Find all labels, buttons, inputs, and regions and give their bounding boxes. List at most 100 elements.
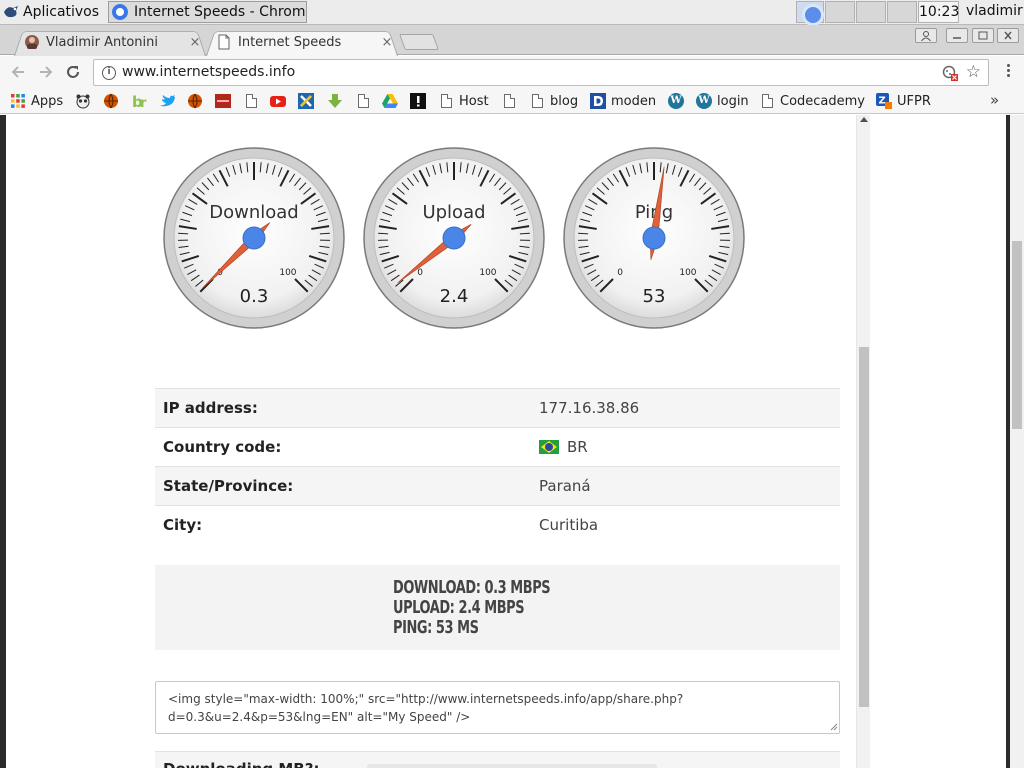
gauge-title: Upload [422, 202, 485, 223]
minimize-button[interactable] [946, 28, 968, 43]
close-window-button[interactable] [997, 28, 1019, 43]
svg-text:Z: Z [879, 96, 886, 107]
page-icon [504, 94, 515, 108]
forward-button[interactable] [35, 61, 57, 83]
workspace-3-button[interactable] [887, 1, 917, 23]
tab-vladimir-antonini[interactable]: Vladimir Antonini × [14, 28, 206, 56]
profile-button[interactable] [915, 28, 937, 43]
bookmark-page-1[interactable] [244, 92, 259, 110]
bookmark-ball-2[interactable] [187, 92, 203, 110]
page-scrollbar[interactable] [1010, 115, 1024, 768]
bookmark-moden[interactable]: moden [590, 92, 656, 110]
page-favicon-icon [216, 34, 232, 50]
arrow-right-icon [40, 66, 53, 78]
back-button[interactable] [7, 61, 29, 83]
bookmark-login[interactable]: Wlogin [696, 92, 749, 110]
page-icon [762, 94, 773, 108]
bookmark-apps[interactable]: Apps [10, 92, 63, 110]
gauge-max-label: 100 [679, 268, 696, 278]
tab-close-icon[interactable]: × [188, 35, 202, 50]
reload-button[interactable] [62, 61, 84, 83]
bookmark-label: blog [550, 93, 579, 109]
page-viewport: 0100Download0.3 0100Upload2.4 0100Ping53… [0, 115, 1024, 768]
taskbar-window-title: Internet Speeds - Chrom... [134, 4, 307, 20]
gauge-hub [242, 226, 266, 250]
workspace-2-button[interactable] [856, 1, 886, 23]
gauge-minor-tick [178, 232, 189, 235]
bookmark-download[interactable] [327, 92, 343, 110]
bookmark-youtube[interactable] [270, 92, 286, 110]
bookmark-wordpress[interactable]: W [668, 92, 684, 110]
site-info-icon[interactable]: i [102, 66, 116, 80]
cookie-blocked-icon[interactable] [942, 65, 958, 81]
page-icon [532, 94, 543, 108]
brazil-flag-icon [539, 440, 559, 454]
summary-upload: UPLOAD: 2.4 MBPS [393, 597, 525, 618]
gauge-max-label: 100 [479, 268, 496, 278]
bookmark-red-site[interactable] [215, 92, 231, 110]
country-code-label: Country code: [155, 427, 531, 467]
country-code-cell: BR [531, 427, 840, 467]
bookmarks-bar: Apps br Host blog moden W Wlogin Codecad… [0, 88, 1024, 114]
downloading-label: Downloading MB?: [163, 760, 319, 768]
wordpress-icon: W [668, 93, 684, 109]
bookmark-twitter[interactable] [159, 92, 175, 110]
workspace-1-button[interactable] [825, 1, 855, 23]
ip-address-value: 177.16.38.86 [531, 388, 840, 428]
scroll-up-arrow-icon[interactable] [860, 117, 868, 122]
more-bookmarks-chevron-icon[interactable]: » [990, 91, 999, 109]
bookmark-host[interactable]: Host [439, 92, 489, 110]
connection-info-table: IP address: 177.16.38.86 Country code: B… [155, 388, 840, 545]
bookmark-ufpr[interactable]: Z UFPR [876, 92, 931, 110]
bookmark-panda[interactable] [75, 92, 91, 110]
clock[interactable]: 10:23 [918, 1, 959, 23]
tab-title: Vladimir Antonini [46, 34, 158, 50]
gauge-minor-tick [378, 232, 389, 235]
bookmark-google-drive[interactable] [382, 92, 398, 110]
tab-internet-speeds[interactable]: Internet Speeds × [206, 28, 398, 56]
page-scrollbar-thumb[interactable] [1012, 241, 1022, 429]
bookmark-x-site[interactable] [298, 92, 314, 110]
tab-title: Internet Speeds [238, 34, 342, 50]
bookmark-star-icon[interactable]: ☆ [966, 63, 981, 81]
bookmark-blog[interactable]: blog [530, 92, 578, 110]
page-icon [246, 94, 257, 108]
taskbar-window-button[interactable]: Internet Speeds - Chrom... [108, 1, 307, 23]
resize-grip-icon[interactable] [829, 722, 838, 731]
bookmark-ball[interactable] [103, 92, 119, 110]
arrow-left-icon [11, 66, 24, 78]
applications-menu[interactable]: Aplicativos [2, 1, 99, 23]
bookmark-page-2[interactable] [356, 92, 371, 110]
gauge-min-label: 0 [617, 268, 623, 278]
tray-chrome-icon[interactable] [796, 1, 824, 26]
chrome-menu-button[interactable] [1000, 64, 1016, 80]
gauge-minor-tick [319, 232, 330, 235]
inner-scrollbar-thumb[interactable] [859, 347, 869, 707]
twitter-icon [159, 93, 175, 109]
inner-scrollbar[interactable] [856, 115, 870, 768]
share-code-textarea[interactable]: <img style="max-width: 100%;" src="http:… [155, 681, 840, 734]
maximize-button[interactable] [972, 28, 994, 43]
url-text[interactable]: www.internetspeeds.info [122, 64, 295, 80]
avatar-favicon-icon [24, 34, 40, 50]
bookmark-codecademy[interactable]: Codecademy [760, 92, 865, 110]
page-icon [358, 94, 369, 108]
download-arrow-icon [327, 93, 343, 109]
city-value: Curitiba [531, 505, 840, 545]
bookmark-exclamation[interactable] [410, 92, 426, 110]
bookmark-bitly[interactable]: br [131, 92, 147, 111]
downloading-progress-bar [367, 764, 657, 768]
bookmark-page-3[interactable] [502, 92, 517, 110]
address-bar[interactable]: i www.internetspeeds.info ☆ [93, 59, 989, 86]
tab-close-icon[interactable]: × [380, 35, 394, 50]
ball-icon [187, 93, 203, 109]
user-menu[interactable]: vladimir [962, 1, 1024, 23]
table-row: State/Province: Paraná [155, 466, 840, 506]
tab-strip: Vladimir Antonini × Internet Speeds × [0, 25, 1024, 56]
apps-grid-icon [10, 93, 26, 109]
summary-download: DOWNLOAD: 0.3 MBPS [393, 577, 551, 598]
xfce-mouse-icon [2, 3, 20, 21]
new-tab-button[interactable] [399, 34, 439, 50]
ball-icon [103, 93, 119, 109]
x-site-icon [298, 93, 314, 109]
